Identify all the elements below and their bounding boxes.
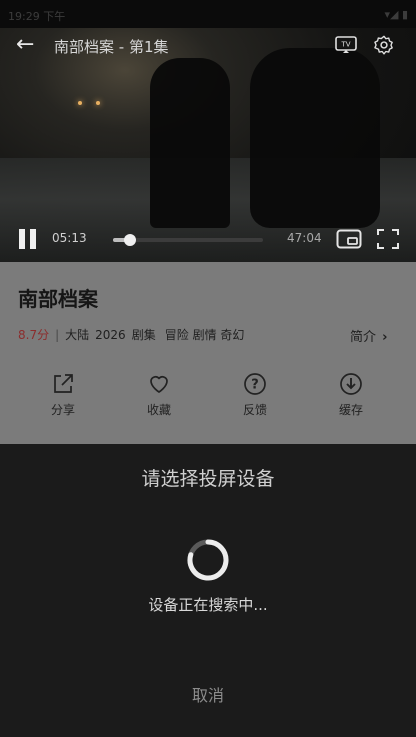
chevron-right-icon: › [382,330,388,345]
favorite-button[interactable]: 收藏 [129,372,189,418]
genre-tag: 冒险 [164,328,189,342]
share-button[interactable]: 分享 [33,372,93,418]
cancel-button[interactable]: 取消 [170,682,246,706]
video-frame-figure-right [250,48,380,228]
intro-label: 简介 [350,330,377,345]
status-time: 19:29 下午 [8,10,66,23]
video-frame-lights [78,90,118,105]
svg-text:TV: TV [340,41,350,49]
feedback-label: 反馈 [242,403,267,417]
progress-bar[interactable] [113,234,263,246]
total-time: 47:04 [287,231,322,245]
feedback-button[interactable]: ? 反馈 [225,372,285,418]
heart-icon [150,376,168,393]
download-button[interactable]: 缓存 [321,372,381,418]
question-icon: ? [244,373,266,395]
show-meta: 8.7分 | 大陆 2026 剧集 冒险 剧情 奇幻 [18,326,244,343]
status-bar: 19:29 下午 ▾◢ ▮ [0,0,416,28]
tv-cast-icon[interactable]: TV [335,36,357,54]
share-icon [54,374,73,393]
share-label: 分享 [50,403,75,417]
meta-separator: | [55,328,60,342]
action-row: 分享 收藏 ? 反馈 缓存 [0,372,416,428]
pause-button[interactable] [19,229,39,249]
sheet-title: 请选择投屏设备 [141,468,275,490]
region: 大陆 [65,328,90,342]
show-title: 南部档案 [18,287,98,311]
video-frame-figure [150,58,230,228]
fullscreen-icon[interactable] [376,228,400,250]
video-title: 南部档案 - 第1集 [54,38,169,56]
download-icon [340,373,362,395]
svg-text:?: ? [251,378,259,393]
year: 2026 [95,328,126,342]
player-controls: 05:13 47:04 [0,225,416,255]
genre-tag: 奇幻 [220,328,245,342]
favorite-label: 收藏 [146,403,171,417]
rating: 8.7分 [18,328,50,342]
current-time: 05:13 [52,231,87,245]
settings-gear-icon[interactable] [373,34,395,56]
video-player[interactable]: 05:13 47:04 [0,28,416,262]
show-info-panel: 南部档案 8.7分 | 大陆 2026 剧集 冒险 剧情 奇幻 简介 › 分享 收藏 ? … [0,262,416,444]
player-top-bar: ← 南部档案 - 第1集 TV [0,28,416,62]
cast-device-sheet: 请选择投屏设备 设备正在搜索中... 取消 [0,444,416,737]
show-type: 剧集 [131,328,156,342]
progress-knob[interactable] [123,234,136,246]
intro-link[interactable]: 简介 › [350,326,388,345]
genre-tag: 剧情 [192,328,217,342]
download-label: 缓存 [338,403,363,417]
status-indicators: ▾◢ ▮ [384,8,408,21]
searching-status: 设备正在搜索中... [148,596,268,614]
back-arrow-icon[interactable]: ← [16,34,42,56]
picture-in-picture-icon[interactable] [336,228,362,250]
loading-spinner-icon [187,539,229,581]
